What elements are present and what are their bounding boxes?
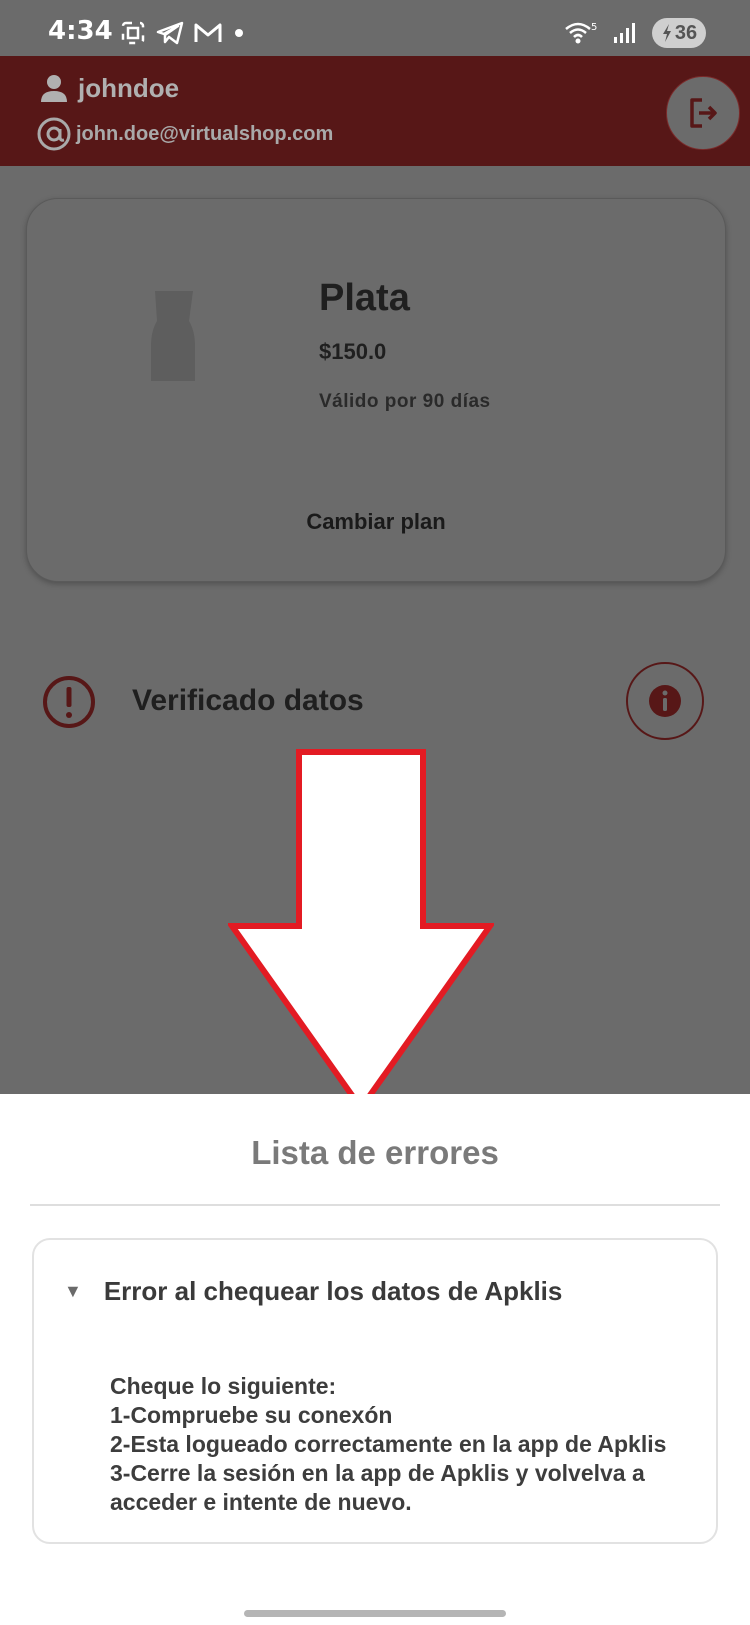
dot-icon	[235, 29, 243, 37]
verification-status: Verificado datos	[132, 684, 364, 717]
plan-image-icon	[151, 291, 195, 381]
error-detail-line: acceder e intente de nuevo.	[110, 1489, 412, 1515]
error-detail-line: 1-Compruebe su conexón	[110, 1402, 393, 1428]
logout-icon	[690, 98, 717, 128]
error-detail-line: 2-Esta logueado correctamente en la app …	[110, 1431, 667, 1457]
status-left-icons	[120, 20, 246, 46]
plan-card: Plata $150.0 Válido por 90 días Cambiar …	[26, 198, 726, 582]
battery-level: 36	[674, 21, 698, 44]
wifi-label: 5	[591, 22, 597, 33]
exclamation-circle-icon	[43, 676, 95, 728]
error-detail-line: 3-Cerre la sesión en la app de Apklis y …	[110, 1460, 645, 1486]
info-icon	[649, 685, 681, 717]
status-bar: 4:34 5 36	[0, 0, 750, 56]
home-indicator[interactable]	[244, 1610, 506, 1617]
down-arrow-annotation-icon	[228, 749, 494, 1112]
header-user: johndoe	[38, 72, 179, 104]
error-item: ▼ Error al chequear los datos de Apklis …	[32, 1238, 718, 1544]
battery-indicator: 36	[652, 18, 706, 48]
plan-name: Plata	[319, 277, 410, 319]
header-email: john.doe@virtualshop.com	[36, 116, 333, 152]
signal-icon	[614, 23, 635, 43]
error-expander[interactable]: ▼ Error al chequear los datos de Apklis	[64, 1276, 562, 1307]
battery-charging-icon	[662, 24, 671, 42]
at-sign-icon	[37, 117, 71, 151]
telegram-icon	[156, 21, 184, 45]
change-plan-button[interactable]: Cambiar plan	[27, 509, 725, 535]
screen: 4:34 5 36 johndoe john.doe@virtualshop.c…	[0, 0, 750, 1625]
wifi-icon: 5	[565, 22, 597, 44]
chevron-down-icon: ▼	[64, 1281, 82, 1301]
status-time: 4:34	[48, 16, 113, 46]
profile-header: johndoe john.doe@virtualshop.com	[0, 56, 750, 166]
status-right-icons: 5 36	[564, 18, 706, 48]
plan-price: $150.0	[319, 339, 387, 364]
error-detail-line: Cheque lo siguiente:	[110, 1373, 337, 1399]
error-bottom-sheet: Lista de errores ▼ Error al chequear los…	[0, 1094, 750, 1625]
username: johndoe	[78, 72, 180, 103]
plan-validity: Válido por 90 días	[319, 391, 491, 412]
error-title: Error al chequear los datos de Apklis	[103, 1276, 563, 1306]
user-email: john.doe@virtualshop.com	[76, 122, 334, 145]
screenshot-icon	[121, 21, 145, 45]
sheet-divider	[30, 1204, 720, 1206]
gmail-icon	[194, 23, 222, 42]
logout-button[interactable]	[666, 76, 740, 150]
error-details: Cheque lo siguiente: 1-Compruebe su cone…	[110, 1372, 710, 1517]
user-icon	[41, 75, 67, 102]
info-button[interactable]	[626, 662, 704, 740]
sheet-title: Lista de errores	[251, 1134, 499, 1171]
